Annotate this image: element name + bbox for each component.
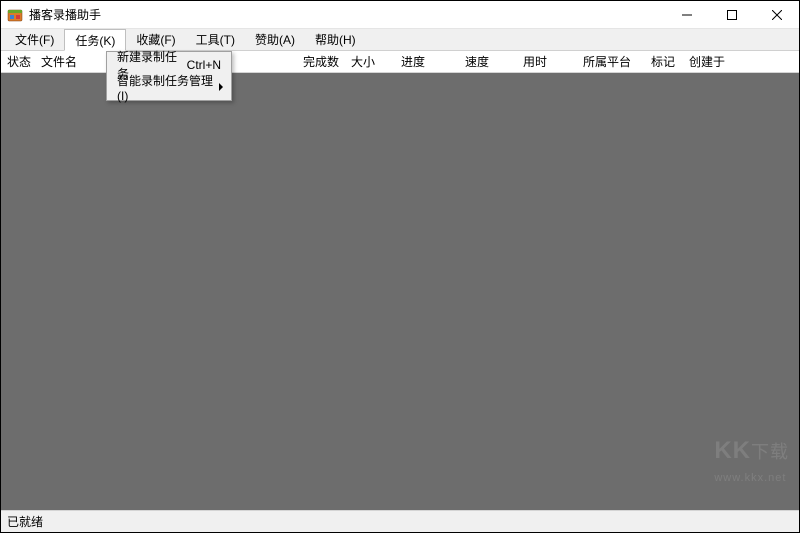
close-button[interactable] <box>754 1 799 28</box>
menu-favorite[interactable]: 收藏(F) <box>126 29 185 50</box>
window-title: 播客录播助手 <box>29 6 101 23</box>
col-progress[interactable]: 进度 <box>395 51 459 72</box>
col-status[interactable]: 状态 <box>1 51 35 72</box>
col-size[interactable]: 大小 <box>345 51 395 72</box>
maximize-button[interactable] <box>709 1 754 28</box>
col-speed[interactable]: 速度 <box>459 51 517 72</box>
submenu-arrow-icon <box>219 83 223 91</box>
col-time[interactable]: 用时 <box>517 51 577 72</box>
menu-tools[interactable]: 工具(T) <box>186 29 245 50</box>
menu-help[interactable]: 帮助(H) <box>305 29 366 50</box>
menu-item-smart-record-manage[interactable]: 智能录制任务管理(I) <box>109 76 229 98</box>
col-mark[interactable]: 标记 <box>645 51 683 72</box>
status-text: 已就绪 <box>7 513 43 530</box>
task-menu-dropdown: 新建录制任务 Ctrl+N 智能录制任务管理(I) <box>106 51 232 101</box>
menu-sponsor[interactable]: 赞助(A) <box>245 29 305 50</box>
minimize-button[interactable] <box>664 1 709 28</box>
task-list-area: KK下载 www.kkx.net <box>1 73 799 510</box>
status-bar: 已就绪 <box>1 510 799 532</box>
col-done[interactable]: 完成数 <box>281 51 345 72</box>
watermark: KK下载 www.kkx.net <box>714 437 789 486</box>
col-created[interactable]: 创建于 <box>683 51 799 72</box>
window-controls <box>664 1 799 28</box>
col-platform[interactable]: 所属平台 <box>577 51 645 72</box>
menu-file[interactable]: 文件(F) <box>5 29 64 50</box>
title-bar: 播客录播助手 <box>1 1 799 29</box>
app-icon <box>7 7 23 23</box>
